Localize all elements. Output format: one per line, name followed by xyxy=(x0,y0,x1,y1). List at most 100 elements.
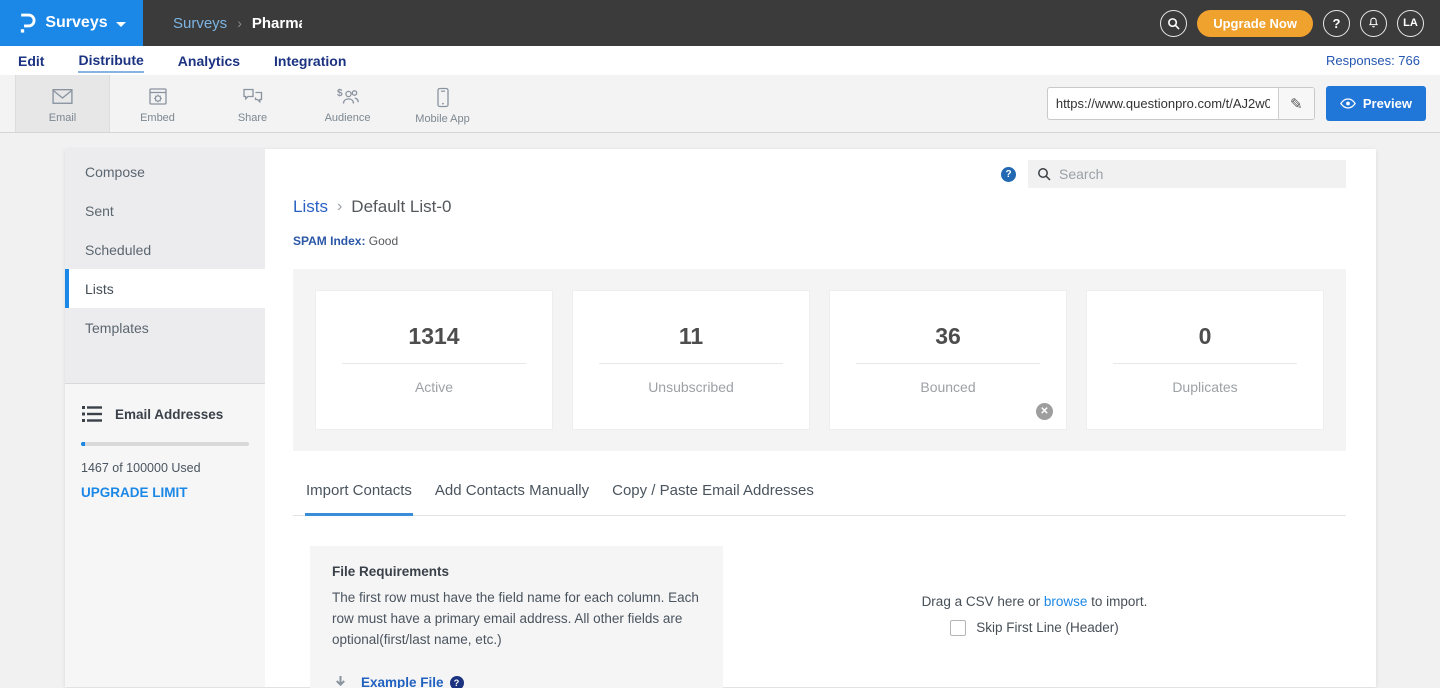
tab-analytics[interactable]: Analytics xyxy=(178,50,240,72)
app-switcher[interactable]: Surveys xyxy=(0,0,143,46)
email-addresses-title: Email Addresses xyxy=(115,407,223,422)
clear-bounced-icon[interactable]: ✕ xyxy=(1036,403,1053,420)
tab-add-contacts-manually[interactable]: Add Contacts Manually xyxy=(434,482,590,516)
eye-icon xyxy=(1340,98,1356,109)
spam-index: SPAM Index: Good xyxy=(293,234,1346,248)
upgrade-now-button[interactable]: Upgrade Now xyxy=(1197,10,1313,37)
usage-text: 1467 of 100000 Used xyxy=(81,461,249,475)
toolbar-right: ✎ Preview xyxy=(1047,75,1440,132)
csv-dropzone[interactable]: Drag a CSV here or browse to import. Ski… xyxy=(723,546,1346,688)
search-row: ? xyxy=(293,160,1346,188)
search-button[interactable] xyxy=(1160,10,1187,37)
preview-button[interactable]: Preview xyxy=(1326,86,1426,121)
file-requirements-box: File Requirements The first row must hav… xyxy=(310,546,723,688)
usage-progress-bar xyxy=(81,442,249,446)
current-list-name: Default List-0 xyxy=(351,197,451,217)
page-body: Compose Sent Scheduled Lists Templates E… xyxy=(0,133,1440,687)
tab-integration[interactable]: Integration xyxy=(274,50,346,72)
top-bar: Surveys Surveys › Pharma Upgrade Now ? L… xyxy=(0,0,1440,46)
search-box xyxy=(1028,160,1346,188)
spam-index-label: SPAM Index: xyxy=(293,234,365,248)
breadcrumb-surveys-link[interactable]: Surveys xyxy=(173,15,227,32)
chevron-right-icon: › xyxy=(237,15,242,31)
stat-card-unsubscribed: 11 Unsubscribed xyxy=(572,290,810,430)
search-icon xyxy=(1037,167,1051,181)
help-button[interactable]: ? xyxy=(1323,10,1350,37)
stat-label: Unsubscribed xyxy=(648,379,734,395)
sidebar-item-templates[interactable]: Templates xyxy=(65,308,265,347)
example-file-link[interactable]: Example File xyxy=(361,675,444,688)
sidebar-item-compose[interactable]: Compose xyxy=(65,152,265,191)
responses-count[interactable]: Responses: 766 xyxy=(1326,53,1420,68)
divider xyxy=(1113,363,1297,364)
spam-index-value: Good xyxy=(369,234,398,248)
sidebar-item-scheduled[interactable]: Scheduled xyxy=(65,230,265,269)
lists-link[interactable]: Lists xyxy=(293,197,328,217)
stat-label: Active xyxy=(415,379,453,395)
topbar-actions: Upgrade Now ? LA xyxy=(1160,10,1440,37)
breadcrumb-survey-name: Pharma xyxy=(252,15,302,32)
mobile-app-icon xyxy=(436,87,450,108)
stat-label: Bounced xyxy=(920,379,975,395)
help-icon[interactable]: ? xyxy=(1001,167,1016,182)
list-stats-panel: 1314 Active 11 Unsubscribed 36 Bounced ✕… xyxy=(293,269,1346,451)
distribute-toolbar: Email Embed Share $ Audience xyxy=(0,75,1440,133)
skip-first-line-label: Skip First Line (Header) xyxy=(976,620,1119,635)
toolbar-item-share[interactable]: Share xyxy=(205,75,300,132)
embed-icon xyxy=(147,87,169,107)
list-breadcrumb: Lists › Default List-0 xyxy=(293,197,1346,217)
browse-link[interactable]: browse xyxy=(1044,594,1088,609)
edit-url-icon[interactable]: ✎ xyxy=(1278,88,1314,119)
upgrade-limit-link[interactable]: UPGRADE LIMIT xyxy=(81,485,188,500)
contacts-tabs: Import Contacts Add Contacts Manually Co… xyxy=(293,482,1346,516)
toolbar-item-audience[interactable]: $ Audience xyxy=(300,75,395,132)
stat-value: 1314 xyxy=(408,323,459,350)
bell-icon xyxy=(1367,16,1380,30)
toolbar-item-label: Share xyxy=(238,112,267,124)
search-input[interactable] xyxy=(1059,166,1337,182)
stat-label: Duplicates xyxy=(1172,379,1237,395)
tab-import-contacts[interactable]: Import Contacts xyxy=(305,482,413,516)
notifications-button[interactable] xyxy=(1360,10,1387,37)
email-addresses-panel: Email Addresses 1467 of 100000 Used UPGR… xyxy=(65,384,265,502)
survey-url-input[interactable] xyxy=(1048,96,1278,111)
tab-edit[interactable]: Edit xyxy=(18,50,44,72)
sidebar-item-lists[interactable]: Lists xyxy=(65,269,265,308)
tab-distribute[interactable]: Distribute xyxy=(78,49,143,73)
tab-copy-paste-email-addresses[interactable]: Copy / Paste Email Addresses xyxy=(611,482,815,516)
survey-nav: Edit Distribute Analytics Integration Re… xyxy=(0,46,1440,75)
toolbar-item-email[interactable]: Email xyxy=(15,75,110,132)
share-icon xyxy=(241,87,264,107)
content-card: Compose Sent Scheduled Lists Templates E… xyxy=(65,149,1376,687)
divider xyxy=(599,363,783,364)
stat-value: 0 xyxy=(1199,323,1212,350)
dropzone-text: Drag a CSV here or browse to import. xyxy=(922,594,1148,609)
stat-value: 36 xyxy=(935,323,961,350)
toolbar-item-label: Mobile App xyxy=(415,113,469,125)
email-sidebar: Compose Sent Scheduled Lists Templates E… xyxy=(65,149,265,687)
stat-card-bounced: 36 Bounced ✕ xyxy=(829,290,1067,430)
import-contacts-panel: File Requirements The first row must hav… xyxy=(293,546,1346,688)
skip-first-line-checkbox[interactable] xyxy=(950,620,966,636)
search-icon xyxy=(1167,17,1180,30)
breadcrumb: Surveys › Pharma xyxy=(173,15,302,32)
example-file-row: Example File ? xyxy=(332,675,701,688)
avatar[interactable]: LA xyxy=(1397,10,1424,37)
chevron-right-icon: › xyxy=(337,198,342,216)
questionpro-logo-icon xyxy=(17,11,37,35)
svg-text:$: $ xyxy=(337,88,343,99)
example-file-help-icon[interactable]: ? xyxy=(450,676,464,688)
divider xyxy=(856,363,1040,364)
divider xyxy=(342,363,526,364)
toolbar-item-embed[interactable]: Embed xyxy=(110,75,205,132)
list-detail-main: ? Lists › Default List-0 SPAM Index: Goo… xyxy=(265,149,1376,687)
sidebar-item-sent[interactable]: Sent xyxy=(65,191,265,230)
stat-card-active: 1314 Active xyxy=(315,290,553,430)
stat-card-duplicates: 0 Duplicates xyxy=(1086,290,1324,430)
survey-url-box: ✎ xyxy=(1047,87,1315,120)
skip-first-line-row: Skip First Line (Header) xyxy=(950,620,1119,636)
toolbar-item-mobile-app[interactable]: Mobile App xyxy=(395,75,490,132)
download-icon xyxy=(332,675,349,688)
file-requirements-title: File Requirements xyxy=(332,564,701,579)
usage-progress-fill xyxy=(81,442,85,446)
